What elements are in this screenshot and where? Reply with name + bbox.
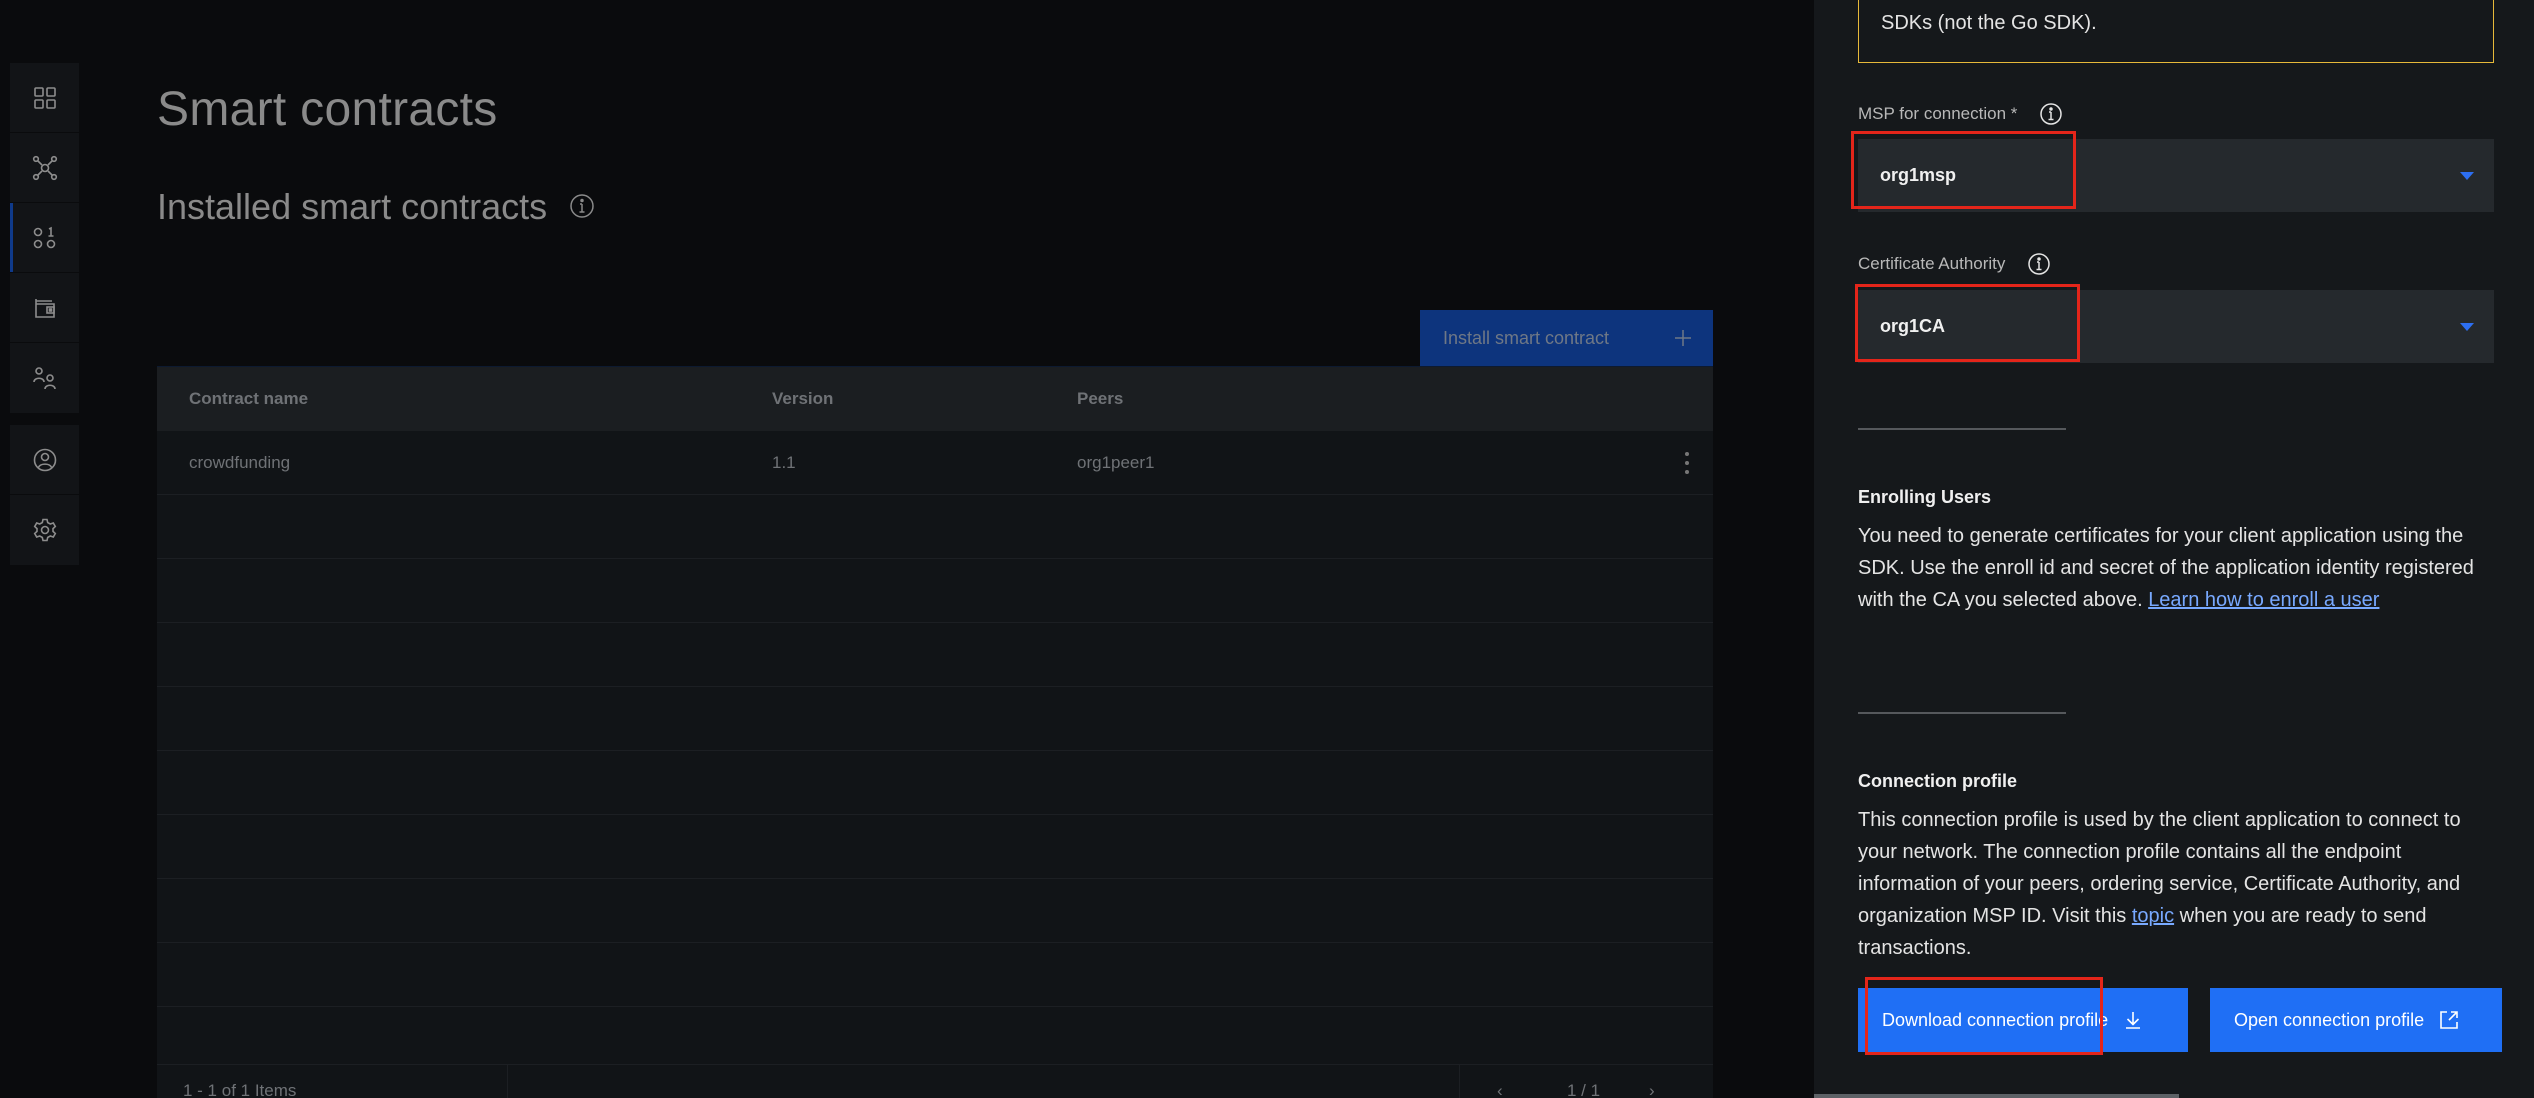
download-connection-profile-button[interactable]: Download connection profile [1858, 988, 2188, 1052]
open-button-label: Open connection profile [2234, 1009, 2425, 1030]
empty-row [157, 815, 1713, 879]
sidebar [10, 63, 79, 565]
install-button-label: Install smart contract [1443, 327, 1610, 348]
open-connection-profile-button[interactable]: Open connection profile [2210, 988, 2502, 1052]
prev-page-button[interactable]: ‹ [1497, 1081, 1503, 1098]
divider [507, 1065, 508, 1098]
main-content: Smart contracts Installed smart contract… [157, 0, 1713, 1098]
notice-box: SDKs (not the Go SDK). [1858, 0, 2494, 63]
grid-icon [33, 86, 56, 109]
info-icon[interactable] [569, 186, 595, 228]
section-title-text: Installed smart contracts [157, 186, 548, 227]
enrolling-users-heading: Enrolling Users [1858, 487, 1992, 507]
ca-label-text: Certificate Authority [1858, 254, 2006, 273]
sidebar-item-organizations[interactable] [10, 343, 79, 413]
info-icon[interactable] [2027, 252, 2051, 276]
connection-profile-heading: Connection profile [1858, 771, 2017, 791]
empty-row [157, 623, 1713, 687]
column-header-version[interactable]: Version [772, 389, 833, 409]
enrolling-users-text: You need to generate certificates for yo… [1858, 520, 2498, 616]
binary-code-icon [33, 226, 55, 248]
column-header-peers[interactable]: Peers [1077, 389, 1123, 409]
user-avatar-icon [33, 448, 56, 471]
gear-icon [33, 518, 56, 542]
msp-label-text: MSP for connection * [1858, 104, 2018, 123]
section-divider [1858, 712, 2066, 714]
sidebar-item-settings[interactable] [10, 495, 79, 565]
empty-row [157, 559, 1713, 623]
cell-peers: org1peer1 [1077, 452, 1155, 472]
msp-field-label: MSP for connection * [1858, 102, 2063, 126]
empty-row [157, 495, 1713, 559]
users-icon [32, 367, 56, 390]
install-smart-contract-button[interactable]: Install smart contract [1420, 310, 1713, 366]
cell-contract-name: crowdfunding [189, 452, 291, 472]
contracts-table: Contract name Version Peers crowdfunding… [157, 366, 1713, 1098]
section-divider [1858, 428, 2066, 430]
table-row[interactable]: crowdfunding 1.1 org1peer1 [157, 431, 1713, 495]
horizontal-scrollbar[interactable] [1814, 1094, 2179, 1098]
pagination: 1 - 1 of 1 Items ‹ 1 / 1 › [157, 1064, 1713, 1098]
table-header: Contract name Version Peers [157, 367, 1713, 431]
sidebar-item-smart-contracts[interactable] [10, 203, 79, 273]
notice-text: SDKs (not the Go SDK). [1881, 12, 2097, 34]
empty-row [157, 687, 1713, 751]
ca-field-label: Certificate Authority [1858, 252, 2051, 276]
item-count: 1 - 1 of 1 Items [183, 1081, 297, 1098]
sidebar-item-dashboard[interactable] [10, 63, 79, 133]
download-icon [2126, 1012, 2141, 1029]
next-page-button[interactable]: › [1649, 1081, 1655, 1098]
cell-version: 1.1 [772, 452, 796, 472]
caret-down-icon [2460, 323, 2474, 331]
info-icon[interactable] [2039, 102, 2063, 126]
empty-row [157, 943, 1713, 1007]
wallet-icon [34, 298, 55, 318]
connection-profile-text: This connection profile is used by the c… [1858, 804, 2498, 964]
network-icon [32, 155, 57, 180]
msp-select[interactable]: org1msp [1858, 139, 2494, 212]
launch-icon [2440, 1011, 2458, 1029]
page-indicator: 1 / 1 [1567, 1081, 1601, 1098]
ca-selected-value: org1CA [1880, 316, 1946, 336]
page-title: Smart contracts [157, 83, 498, 136]
sidebar-item-nodes[interactable] [10, 133, 79, 203]
sidebar-bottom-group [10, 425, 79, 565]
connect-panel: SDKs (not the Go SDK). MSP for connectio… [1814, 0, 2534, 1098]
section-title: Installed smart contracts [157, 186, 595, 228]
sidebar-main-group [10, 63, 79, 413]
sidebar-item-wallet[interactable] [10, 273, 79, 343]
topic-link[interactable]: topic [2132, 905, 2174, 927]
divider [1459, 1065, 1460, 1098]
overflow-menu-icon[interactable] [1679, 448, 1695, 478]
msp-selected-value: org1msp [1880, 165, 1957, 185]
download-button-label: Download connection profile [1882, 1009, 2109, 1030]
empty-row [157, 751, 1713, 815]
empty-row [157, 879, 1713, 943]
learn-enroll-link[interactable]: Learn how to enroll a user [2148, 589, 2379, 611]
empty-row [157, 1007, 1713, 1071]
caret-down-icon [2460, 172, 2474, 180]
column-header-contract-name[interactable]: Contract name [189, 389, 308, 409]
ca-select[interactable]: org1CA [1858, 290, 2494, 363]
sidebar-item-user-profile[interactable] [10, 425, 79, 495]
plus-icon [1675, 330, 1691, 346]
